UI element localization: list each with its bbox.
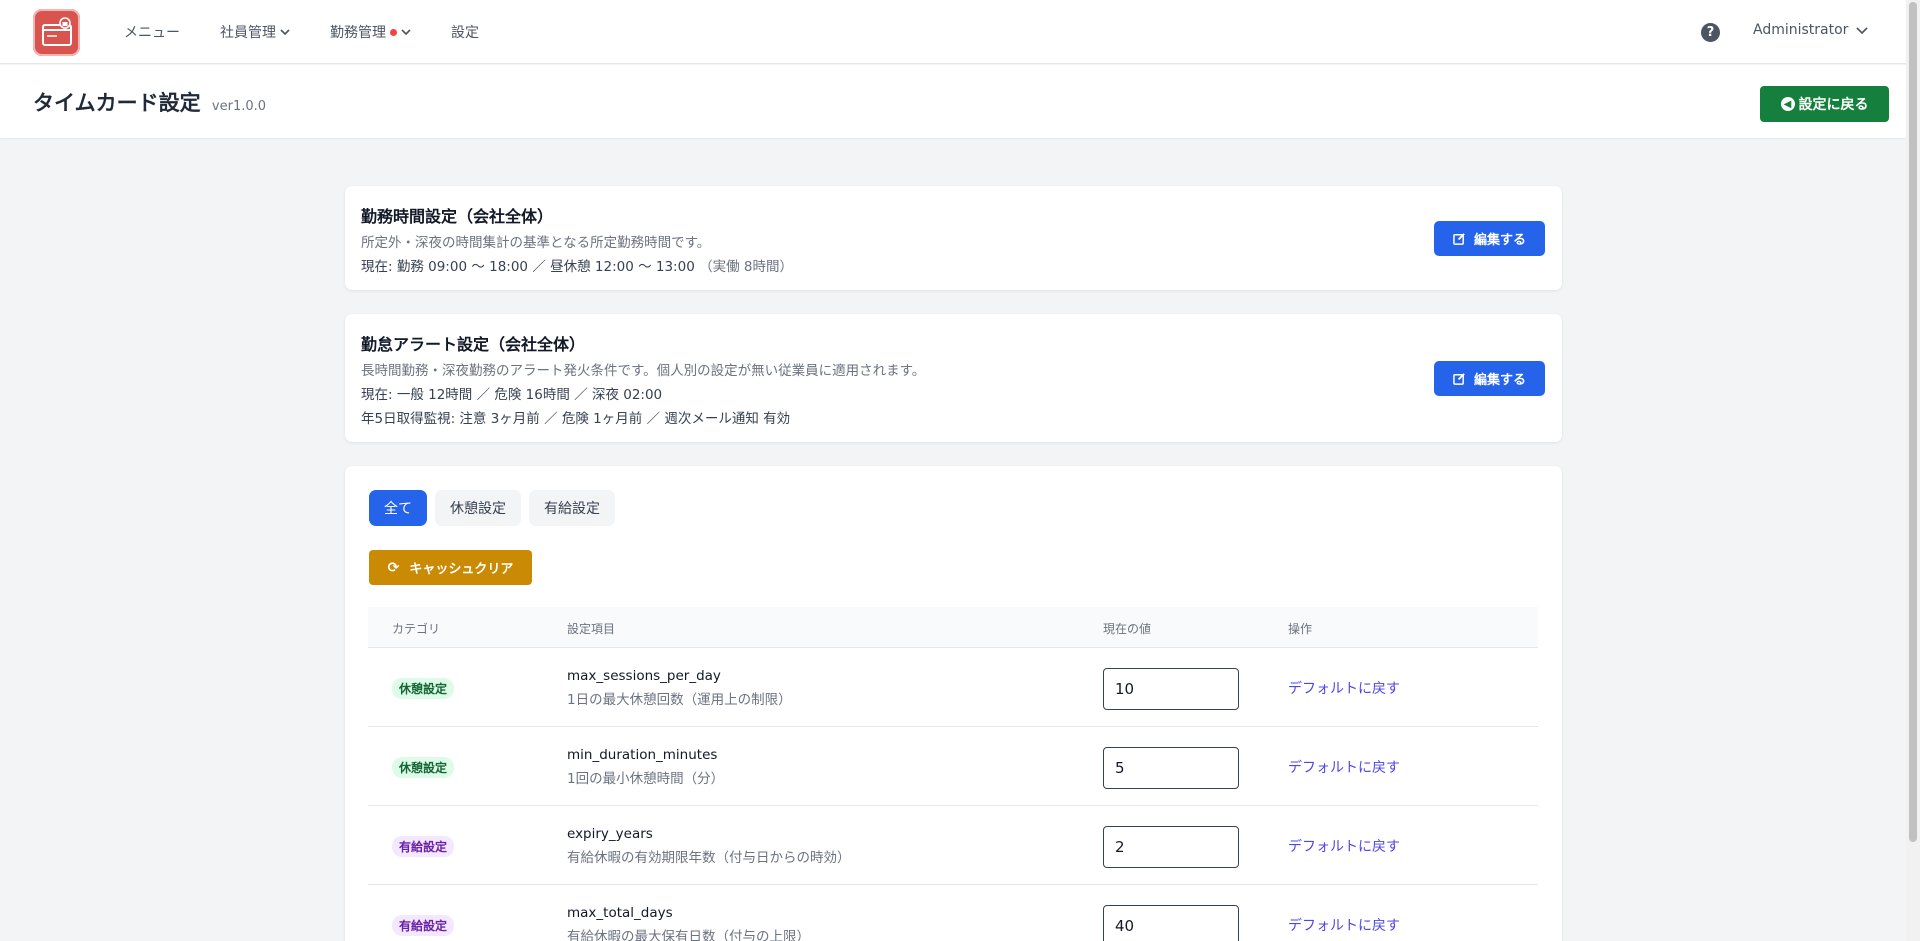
setting-key: min_duration_minutes [567, 747, 718, 763]
user-menu[interactable]: Administrator [1753, 22, 1869, 38]
setting-key: expiry_years [567, 826, 653, 842]
version-label: ver1.0.0 [211, 99, 267, 114]
reset-default-link[interactable]: デフォルトに戻す [1288, 757, 1400, 777]
edit-icon [1453, 373, 1465, 385]
app-logo[interactable] [33, 9, 80, 56]
table-header: カテゴリ 設定項目 現在の値 操作 [368, 607, 1538, 648]
category-badge: 休憩設定 [392, 757, 455, 778]
category-badge: 休憩設定 [392, 678, 455, 699]
table-row: 休憩設定 max_sessions_per_day 1日の最大休憩回数（運用上の… [368, 648, 1538, 727]
nav-menu-label: メニュー [124, 25, 180, 41]
alert-current: 現在: 一般 12時間 ／ 危険 16時間 ／ 深夜 02:00 [361, 387, 663, 403]
page-title-text: タイムカード設定 [33, 91, 201, 115]
cache-clear-label: キャッシュクリア [409, 562, 514, 577]
table-row: 有給設定 expiry_years 有給休暇の有効期限年数（付与日からの時効） … [368, 806, 1538, 885]
setting-value-input[interactable] [1103, 826, 1239, 868]
work-hours-description: 所定外・深夜の時間集計の基準となる所定勤務時間です。 [361, 235, 711, 251]
work-hours-current: 現在: 勤務 09:00 〜 18:00 ／ 昼休憩 12:00 〜 13:00… [361, 255, 793, 275]
nav-attendance-management[interactable]: 勤務管理 [330, 22, 411, 42]
tab-all[interactable]: 全て [369, 490, 427, 526]
work-hours-current-text: 現在: 勤務 09:00 〜 18:00 ／ 昼休憩 12:00 〜 13:00 [361, 259, 695, 275]
setting-description: 1回の最小休憩時間（分） [567, 771, 725, 787]
notification-dot [390, 28, 397, 36]
chevron-down-icon [401, 29, 411, 36]
setting-description: 有給休暇の有効期限年数（付与日からの時効） [567, 850, 851, 866]
work-hours-title: 勤務時間設定（会社全体） [361, 207, 554, 226]
chevron-down-icon [1856, 27, 1869, 35]
setting-value-input[interactable] [1103, 668, 1239, 710]
column-category: カテゴリ [392, 622, 441, 636]
edit-button-label: 編集する [1473, 233, 1526, 248]
nav-employee-label: 社員管理 [220, 25, 276, 41]
nav-settings[interactable]: 設定 [451, 22, 479, 42]
column-actions: 操作 [1288, 622, 1313, 636]
column-setting-item: 設定項目 [567, 622, 616, 636]
vertical-scrollbar[interactable] [1906, 0, 1920, 941]
page-header: タイムカード設定 ver1.0.0 ◀ 設定に戻る [0, 65, 1906, 138]
reset-default-link[interactable]: デフォルトに戻す [1288, 915, 1400, 935]
edit-alert-button[interactable]: 編集する [1434, 361, 1545, 396]
table-row: 休憩設定 min_duration_minutes 1回の最小休憩時間（分） デ… [368, 727, 1538, 806]
tab-paid-leave-settings[interactable]: 有給設定 [529, 490, 615, 526]
edit-icon [1453, 233, 1465, 245]
setting-key: max_sessions_per_day [567, 668, 721, 684]
scrollbar-thumb[interactable] [1909, 2, 1917, 842]
work-hours-card: 勤務時間設定（会社全体） 所定外・深夜の時間集計の基準となる所定勤務時間です。 … [345, 186, 1562, 290]
setting-description: 1日の最大休憩回数（運用上の制限） [567, 692, 792, 708]
help-icon[interactable]: ? [1701, 23, 1720, 42]
tab-break-settings[interactable]: 休憩設定 [435, 490, 521, 526]
nav-attendance-label: 勤務管理 [330, 25, 386, 41]
page-title: タイムカード設定 ver1.0.0 [33, 87, 266, 117]
category-badge: 有給設定 [392, 836, 455, 857]
back-to-settings-button[interactable]: ◀ 設定に戻る [1760, 86, 1889, 122]
leave-monitor-status: 年5日取得監視: 注意 3ヶ月前 ／ 危険 1ヶ月前 ／ 週次メール通知 有効 [361, 411, 791, 427]
chevron-down-icon [280, 29, 290, 36]
attendance-alert-card: 勤怠アラート設定（会社全体） 長時間勤務・深夜勤務のアラート発火条件です。個人別… [345, 314, 1562, 442]
alert-description: 長時間勤務・深夜勤務のアラート発火条件です。個人別の設定が無い従業員に適用されま… [361, 363, 926, 379]
alert-title: 勤怠アラート設定（会社全体） [361, 335, 586, 354]
settings-table-card: 全て 休憩設定 有給設定 ⟳ キャッシュクリア カテゴリ 設定項目 現在の値 操… [345, 466, 1562, 941]
table-row: 有給設定 max_total_days 有給休暇の最大保有日数（付与の上限） デ… [368, 885, 1538, 941]
back-button-label: 設定に戻る [1798, 97, 1869, 113]
refresh-icon: ⟳ [387, 559, 400, 576]
reset-default-link[interactable]: デフォルトに戻す [1288, 836, 1400, 856]
top-navbar: メニュー 社員管理 勤務管理 設定 ? Administrator [0, 0, 1906, 64]
edit-button-label: 編集する [1473, 373, 1526, 388]
category-tabs: 全て 休憩設定 有給設定 [369, 490, 623, 526]
category-badge: 有給設定 [392, 915, 455, 936]
work-hours-actual: （実働 8時間） [699, 259, 793, 275]
setting-description: 有給休暇の最大保有日数（付与の上限） [567, 929, 810, 941]
setting-value-input[interactable] [1103, 747, 1239, 789]
column-current-value: 現在の値 [1103, 622, 1152, 636]
setting-key: max_total_days [567, 905, 673, 921]
timecard-logo-icon [41, 16, 72, 46]
nav-menu[interactable]: メニュー [124, 22, 180, 42]
reset-default-link[interactable]: デフォルトに戻す [1288, 678, 1400, 698]
cache-clear-button[interactable]: ⟳ キャッシュクリア [369, 550, 532, 585]
arrow-left-circle-icon: ◀ [1780, 97, 1795, 111]
nav-settings-label: 設定 [451, 25, 479, 41]
setting-value-input[interactable] [1103, 905, 1239, 941]
edit-work-hours-button[interactable]: 編集する [1434, 221, 1545, 256]
user-name: Administrator [1753, 22, 1849, 38]
nav-employee-management[interactable]: 社員管理 [220, 22, 290, 42]
settings-table: カテゴリ 設定項目 現在の値 操作 休憩設定 max_sessions_per_… [368, 607, 1538, 941]
